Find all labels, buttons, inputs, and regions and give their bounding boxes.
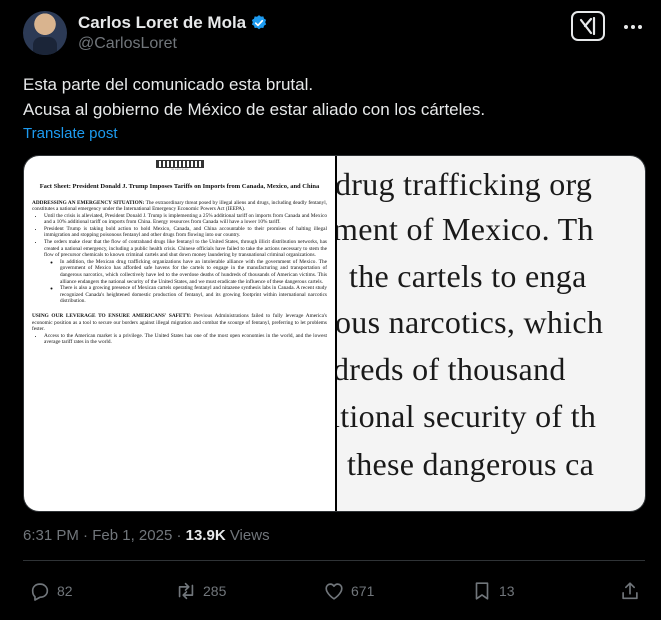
tweet-text: Esta parte del comunicado esta brutal. A… bbox=[23, 72, 643, 122]
bullet-item: Until the crisis is alleviated, Presiden… bbox=[44, 213, 327, 226]
more-dots-icon bbox=[624, 25, 642, 29]
zoom-line: drug trafficking org bbox=[337, 166, 593, 202]
zoom-line: ment of Mexico. Th bbox=[337, 211, 594, 247]
seal-caption: THE WHITE HOUSE bbox=[170, 169, 189, 171]
like-button[interactable]: 671 bbox=[323, 580, 374, 602]
zoomed-document-image[interactable]: drug trafficking org ment of Mexico. Th … bbox=[337, 156, 645, 511]
grok-button[interactable] bbox=[571, 11, 605, 41]
sub-bullet-list: In addition, the Mexican drug traffickin… bbox=[44, 259, 327, 305]
bullet-item: Access to the American market is a privi… bbox=[44, 333, 327, 346]
author-name-row: Carlos Loret de Mola bbox=[78, 13, 268, 33]
post-date[interactable]: Feb 1, 2025 bbox=[92, 527, 172, 544]
action-bar: 82 285 671 13 bbox=[23, 580, 645, 606]
document-image[interactable]: THE WHITE HOUSE Fact Sheet: President Do… bbox=[24, 156, 335, 511]
share-icon bbox=[622, 582, 638, 600]
divider-line bbox=[23, 560, 645, 561]
reply-icon bbox=[31, 583, 49, 601]
bookmark-icon bbox=[475, 582, 489, 600]
author-handle[interactable]: @CarlosLoret bbox=[78, 35, 177, 53]
avatar[interactable] bbox=[23, 11, 67, 55]
bullet-item: President Trump is taking bold action to… bbox=[44, 226, 327, 239]
section-1-paragraph: ADDRESSING AN EMERGENCY SITUATION: The e… bbox=[32, 200, 327, 213]
bullet-list-2: Access to the American market is a privi… bbox=[32, 333, 327, 346]
tweet-header: Carlos Loret de Mola @CarlosLoret bbox=[23, 11, 645, 55]
sub-bullet-item: There is also a growing presence of Mexi… bbox=[60, 285, 327, 305]
tweet-text-line-1: Esta parte del comunicado esta brutal. bbox=[23, 75, 314, 94]
document-title: Fact Sheet: President Donald J. Trump Im… bbox=[39, 183, 320, 190]
more-options-button[interactable] bbox=[621, 17, 645, 37]
bookmark-button[interactable]: 13 bbox=[471, 580, 515, 602]
verified-badge-icon bbox=[252, 15, 267, 30]
tweet-text-line-2: Acusa al gobierno de México de estar ali… bbox=[23, 100, 486, 119]
meta-separator: · bbox=[172, 527, 186, 544]
repost-icon bbox=[178, 582, 194, 600]
bookmark-count: 13 bbox=[499, 583, 515, 599]
zoom-line: itional security of th bbox=[337, 398, 597, 434]
zoom-line: the cartels to enga bbox=[349, 258, 587, 294]
translate-post-link[interactable]: Translate post bbox=[23, 125, 118, 142]
repost-button[interactable]: 285 bbox=[175, 580, 226, 602]
sub-bullet-item: In addition, the Mexican drug traffickin… bbox=[60, 259, 327, 285]
post-time[interactable]: 6:31 PM bbox=[23, 527, 79, 544]
section-1-heading: ADDRESSING AN EMERGENCY SITUATION: bbox=[32, 199, 145, 206]
zoom-line: dreds of thousand bbox=[337, 351, 566, 387]
zoom-line: these dangerous ca bbox=[347, 446, 595, 482]
repost-count: 285 bbox=[203, 583, 227, 599]
views-label: Views bbox=[225, 527, 270, 544]
section-2-heading: USING OUR LEVERAGE TO ENSURE AMERICANS' … bbox=[32, 313, 192, 319]
white-house-seal-icon bbox=[155, 160, 204, 168]
author-name[interactable]: Carlos Loret de Mola bbox=[78, 13, 246, 33]
views-count: 13.9K bbox=[185, 527, 226, 544]
tweet-meta: 6:31 PM · Feb 1, 2025 · 13.9K Views bbox=[23, 527, 270, 544]
tweet-media[interactable]: THE WHITE HOUSE Fact Sheet: President Do… bbox=[23, 155, 646, 512]
meta-separator: · bbox=[78, 527, 93, 544]
share-button[interactable] bbox=[619, 580, 641, 602]
reply-count: 82 bbox=[57, 583, 73, 599]
zoom-line: ous narcotics, which bbox=[337, 304, 604, 340]
bullet-item: The orders make clear that the flow of c… bbox=[44, 239, 327, 259]
like-count: 671 bbox=[351, 583, 375, 599]
reply-button[interactable]: 82 bbox=[29, 580, 73, 602]
grok-icon bbox=[579, 17, 596, 35]
heart-icon bbox=[325, 583, 343, 600]
bullet-list: Until the crisis is alleviated, Presiden… bbox=[32, 213, 327, 305]
section-2-paragraph: USING OUR LEVERAGE TO ENSURE AMERICANS' … bbox=[32, 313, 327, 333]
